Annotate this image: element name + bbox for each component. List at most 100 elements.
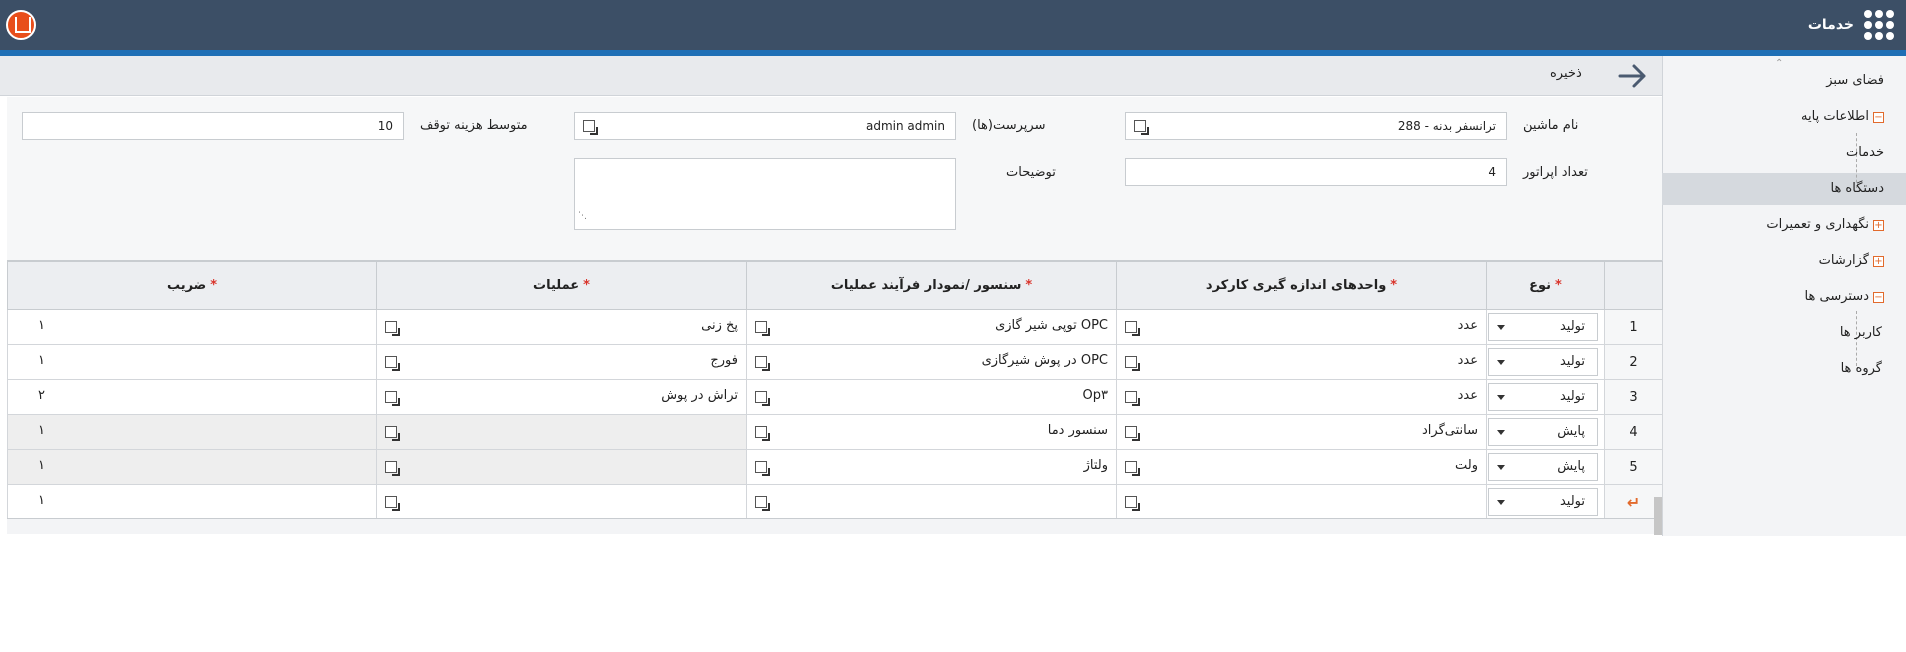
dropdown-arrow-icon[interactable] (1497, 500, 1505, 505)
lookup-icon[interactable] (1134, 120, 1149, 135)
lookup-icon[interactable] (1125, 426, 1140, 441)
type-select[interactable]: پایش (1488, 418, 1598, 446)
type-cell[interactable]: پایش (1486, 449, 1605, 485)
type-select[interactable]: تولید (1488, 348, 1598, 376)
unit-cell[interactable] (1116, 484, 1487, 520)
type-select[interactable]: تولید (1488, 313, 1598, 341)
table-row[interactable]: 4 پایش سانتی‌گراد سنسور دما ۱ (7, 414, 1663, 450)
expand-icon[interactable]: + (1873, 255, 1884, 267)
lookup-icon[interactable] (385, 426, 400, 441)
lookup-icon[interactable] (755, 321, 770, 336)
table-row[interactable]: 1 تولید عدد OPC توپی شیر گازی پخ زنی ۱ (7, 309, 1663, 345)
header-sensor[interactable]: *سنسور /نمودار فرآیند عملیات (746, 261, 1117, 310)
sensor-cell[interactable]: ولتاژ (746, 449, 1117, 485)
operation-cell[interactable] (376, 449, 747, 485)
sensor-cell[interactable] (746, 484, 1117, 520)
type-select[interactable]: تولید (1488, 488, 1598, 516)
lookup-icon[interactable] (1125, 461, 1140, 476)
dropdown-arrow-icon[interactable] (1497, 395, 1505, 400)
dropdown-arrow-icon[interactable] (1497, 465, 1505, 470)
supervisor-field[interactable]: admin admin (574, 112, 956, 140)
type-select[interactable]: تولید (1488, 383, 1598, 411)
sidebar-item-services[interactable]: خدمات (1846, 138, 1884, 168)
sensor-cell[interactable]: OPC توپی شیر گازی (746, 309, 1117, 345)
dropdown-arrow-icon[interactable] (1497, 325, 1505, 330)
unit-cell[interactable]: عدد (1116, 309, 1487, 345)
factor-cell[interactable]: ۱ (7, 309, 377, 345)
avg-cost-field[interactable]: 10 (22, 112, 404, 140)
factor-cell[interactable]: ۱ (7, 414, 377, 450)
new-row[interactable]: ↵ تولید ۱ (7, 484, 1663, 520)
lookup-icon[interactable] (755, 496, 770, 511)
factor-cell[interactable]: ۱ (7, 449, 377, 485)
table-row[interactable]: 5 پایش ولت ولتاژ ۱ (7, 449, 1663, 485)
operators-field[interactable]: 4 (1125, 158, 1507, 186)
dropdown-arrow-icon[interactable] (1497, 430, 1505, 435)
lookup-icon[interactable] (1125, 391, 1140, 406)
table-row[interactable]: 2 تولید عدد OPC در پوش شیرگازی فورج ۱ (7, 344, 1663, 380)
lookup-icon[interactable] (583, 120, 598, 135)
sidebar-item-access[interactable]: − دسترسی ها (1805, 282, 1884, 312)
sidebar-collapse-icon[interactable]: ⌃ (1775, 58, 1783, 69)
sidebar-item-base-info[interactable]: − اطلاعات پایه (1801, 102, 1884, 132)
sidebar-item-users[interactable]: کاربر ها (1840, 318, 1882, 348)
lookup-icon[interactable] (1125, 321, 1140, 336)
sidebar-item-green-space[interactable]: فضای سبز (1826, 66, 1884, 96)
description-textarea[interactable]: ⋰ (574, 158, 956, 230)
header-unit[interactable]: *واحدهای اندازه گیری کارکرد (1116, 261, 1487, 310)
type-cell[interactable]: تولید (1486, 484, 1605, 520)
factor-cell[interactable]: ۱ (7, 344, 377, 380)
back-button[interactable] (1614, 62, 1650, 90)
unit-cell[interactable]: عدد (1116, 379, 1487, 415)
unit-cell[interactable]: سانتی‌گراد (1116, 414, 1487, 450)
services-menu-button[interactable]: خدمات (1808, 10, 1894, 40)
lookup-icon[interactable] (1125, 496, 1140, 511)
sidebar-item-reports[interactable]: + گزارشات (1819, 246, 1884, 276)
type-cell[interactable]: پایش (1486, 414, 1605, 450)
sidebar-item-maintenance[interactable]: + نگهداری و تعمیرات (1766, 210, 1884, 240)
type-cell[interactable]: تولید (1486, 379, 1605, 415)
lookup-icon[interactable] (385, 356, 400, 371)
sidebar-item-groups[interactable]: گروه ها (1841, 354, 1882, 384)
grid-scrollbar[interactable] (1654, 497, 1662, 535)
supervisor-label: سرپرست(ها) (972, 118, 1046, 133)
sensor-cell[interactable]: سنسور دما (746, 414, 1117, 450)
collapse-icon[interactable]: − (1873, 291, 1884, 303)
save-button[interactable]: ذخیره (1550, 66, 1582, 81)
machine-name-field[interactable]: ترانسفر بدنه - 288 (1125, 112, 1507, 140)
sensor-cell[interactable]: OPC در پوش شیرگازی (746, 344, 1117, 380)
lookup-icon[interactable] (755, 391, 770, 406)
sidebar-item-devices[interactable]: دستگاه ها (1830, 174, 1884, 204)
factor-cell[interactable]: ۱ (7, 484, 377, 520)
app-logo[interactable] (6, 10, 36, 40)
type-cell[interactable]: تولید (1486, 309, 1605, 345)
operation-cell[interactable]: پخ زنی (376, 309, 747, 345)
unit-cell[interactable]: عدد (1116, 344, 1487, 380)
unit-cell[interactable]: ولت (1116, 449, 1487, 485)
factor-cell[interactable]: ۲ (7, 379, 377, 415)
operation-cell[interactable]: تراش در پوش (376, 379, 747, 415)
lookup-icon[interactable] (385, 321, 400, 336)
operation-cell[interactable]: فورج (376, 344, 747, 380)
lookup-icon[interactable] (385, 496, 400, 511)
expand-icon[interactable]: + (1873, 219, 1884, 231)
operation-cell[interactable] (376, 484, 747, 520)
header-operation[interactable]: *عملیات (376, 261, 747, 310)
operation-cell[interactable] (376, 414, 747, 450)
description-label: توضیحات (1006, 165, 1056, 180)
table-row[interactable]: 3 تولید عدد Op۳ تراش در پوش ۲ (7, 379, 1663, 415)
header-factor[interactable]: *ضریب (7, 261, 377, 310)
lookup-icon[interactable] (755, 426, 770, 441)
lookup-icon[interactable] (385, 461, 400, 476)
type-cell[interactable]: تولید (1486, 344, 1605, 380)
collapse-icon[interactable]: − (1873, 111, 1884, 123)
dropdown-arrow-icon[interactable] (1497, 360, 1505, 365)
lookup-icon[interactable] (385, 391, 400, 406)
header-type[interactable]: *نوع (1486, 261, 1605, 310)
resize-grip-icon[interactable]: ⋰ (578, 203, 587, 229)
type-select[interactable]: پایش (1488, 453, 1598, 481)
lookup-icon[interactable] (755, 356, 770, 371)
sensor-cell[interactable]: Op۳ (746, 379, 1117, 415)
lookup-icon[interactable] (755, 461, 770, 476)
lookup-icon[interactable] (1125, 356, 1140, 371)
